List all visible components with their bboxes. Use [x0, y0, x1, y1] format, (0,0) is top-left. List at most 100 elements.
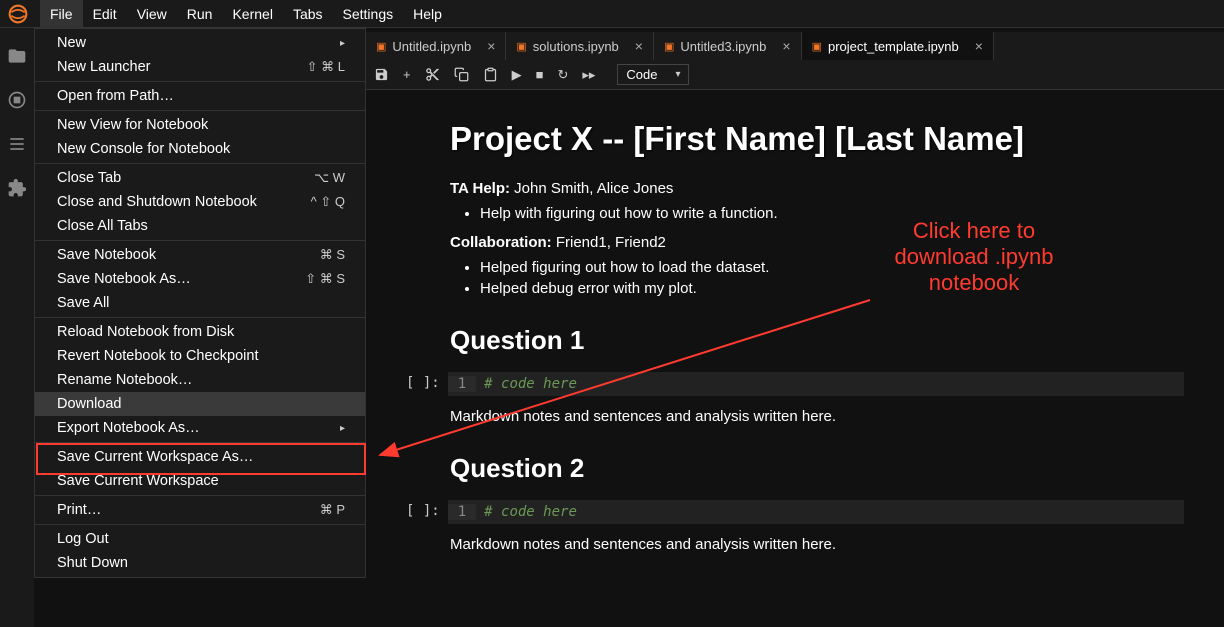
menu-item-save-current-workspace[interactable]: Save Current Workspace	[35, 469, 365, 493]
menu-item-revert-notebook-to-checkpoint[interactable]: Revert Notebook to Checkpoint	[35, 344, 365, 368]
run-icon[interactable]: ▶	[512, 67, 522, 83]
code-cell[interactable]: [ ]: 1 # code here	[406, 500, 1184, 524]
save-icon[interactable]	[374, 67, 389, 82]
menu-tabs[interactable]: Tabs	[283, 0, 333, 28]
markdown-note: Markdown notes and sentences and analysi…	[450, 408, 1184, 425]
menu-item-label: New Console for Notebook	[57, 141, 230, 157]
menu-item-label: Close All Tabs	[57, 218, 148, 234]
menu-view[interactable]: View	[127, 0, 177, 28]
activity-bar	[0, 28, 34, 627]
tab-project_template-ipynb[interactable]: ▣project_template.ipynb×	[802, 32, 994, 60]
tab-Untitled3-ipynb[interactable]: ▣Untitled3.ipynb×	[654, 32, 802, 60]
menu-item-print[interactable]: Print…⌘ P	[35, 498, 365, 522]
menu-item-label: Log Out	[57, 531, 109, 547]
menu-item-log-out[interactable]: Log Out	[35, 527, 365, 551]
ta-help-value: John Smith, Alice Jones	[514, 180, 673, 197]
running-icon[interactable]	[7, 90, 27, 110]
close-icon[interactable]: ×	[782, 38, 790, 54]
menu-item-close-all-tabs[interactable]: Close All Tabs	[35, 214, 365, 238]
menu-shortcut: ⌥ W	[314, 170, 345, 186]
menu-settings[interactable]: Settings	[333, 0, 404, 28]
ta-help-label: TA Help:	[450, 180, 510, 197]
list-item: Help with figuring out how to write a fu…	[480, 205, 1184, 222]
menu-item-export-notebook-as[interactable]: Export Notebook As…▸	[35, 416, 365, 440]
code-area[interactable]: 1 # code here	[448, 500, 1184, 524]
file-menu-dropdown: New▸New Launcher⇧ ⌘ L Open from Path… New …	[34, 28, 366, 578]
menu-item-label: Close and Shutdown Notebook	[57, 194, 257, 210]
notebook-icon: ▣	[376, 40, 386, 53]
menu-file[interactable]: File	[40, 0, 83, 28]
tab-solutions-ipynb[interactable]: ▣ solutions.ipynb ×	[506, 32, 654, 60]
insert-icon[interactable]: +	[403, 67, 411, 82]
menu-shortcut: ^ ⇧ Q	[311, 194, 345, 210]
menu-item-rename-notebook[interactable]: Rename Notebook…	[35, 368, 365, 392]
menu-item-reload-notebook-from-disk[interactable]: Reload Notebook from Disk	[35, 320, 365, 344]
ta-help-line: TA Help: John Smith, Alice Jones	[450, 180, 1184, 197]
toc-icon[interactable]	[7, 134, 27, 154]
code-cell[interactable]: [ ]: 1 # code here	[406, 372, 1184, 396]
menu-kernel[interactable]: Kernel	[222, 0, 282, 28]
code-text: # code here	[476, 504, 577, 520]
notebook-title: Project X -- [First Name] [Last Name]	[450, 120, 1184, 158]
menu-item-label: Export Notebook As…	[57, 420, 200, 436]
cell-prompt: [ ]:	[406, 503, 440, 519]
menu-shortcut: ⇧ ⌘ L	[307, 59, 345, 75]
menu-item-shut-down[interactable]: Shut Down	[35, 551, 365, 575]
notebook-icon: ▣	[516, 40, 526, 53]
list-item: Helped figuring out how to load the data…	[480, 259, 1184, 276]
menu-shortcut: ⇧ ⌘ S	[305, 271, 345, 287]
paste-icon[interactable]	[483, 67, 498, 82]
close-icon[interactable]: ×	[635, 38, 643, 54]
notebook-toolbar: + ▶ ■ ↻ ▸▸ Code ▾	[366, 60, 1224, 90]
menu-shortcut: ⌘ S	[320, 247, 345, 263]
menu-edit[interactable]: Edit	[83, 0, 127, 28]
menu-item-label: Save Notebook As…	[57, 271, 191, 287]
question-1-heading: Question 1	[450, 325, 1184, 356]
extensions-icon[interactable]	[7, 178, 27, 198]
stop-icon[interactable]: ■	[536, 67, 544, 82]
menu-item-new[interactable]: New▸	[35, 31, 365, 55]
tab-label: Untitled.ipynb	[392, 39, 471, 54]
notebook-icon: ▣	[812, 40, 822, 53]
notebook-content: Project X -- [First Name] [Last Name] TA…	[366, 90, 1224, 627]
cut-icon[interactable]	[425, 67, 440, 82]
menu-item-label: Print…	[57, 502, 101, 518]
menu-item-label: Close Tab	[57, 170, 121, 186]
menu-item-open-from-path[interactable]: Open from Path…	[35, 84, 365, 108]
restart-icon[interactable]: ↻	[557, 67, 568, 83]
fast-forward-icon[interactable]: ▸▸	[582, 67, 595, 83]
menu-run[interactable]: Run	[177, 0, 223, 28]
tab-bar: ▣Untitled.ipynb×▣solutions.ipynb×▣Untitl…	[366, 32, 1224, 60]
cell-prompt: [ ]:	[406, 375, 440, 391]
copy-icon[interactable]	[454, 67, 469, 82]
close-icon[interactable]: ×	[975, 38, 983, 54]
ta-help-list: Help with figuring out how to write a fu…	[480, 205, 1184, 222]
tab-Untitled-ipynb[interactable]: ▣ Untitled.ipynb ×	[366, 32, 506, 60]
menu-item-label: Shut Down	[57, 555, 128, 571]
menu-item-label: New View for Notebook	[57, 117, 208, 133]
menu-item-label: Open from Path…	[57, 88, 174, 104]
menu-item-new-console-for-notebook[interactable]: New Console for Notebook	[35, 137, 365, 161]
menu-item-save-current-workspace-as[interactable]: Save Current Workspace As…	[35, 445, 365, 469]
menu-item-save-notebook-as[interactable]: Save Notebook As… ⇧ ⌘ S	[35, 267, 365, 291]
menu-item-close-tab[interactable]: Close Tab ⌥ W	[35, 166, 365, 190]
menu-item-save-notebook[interactable]: Save Notebook⌘ S	[35, 243, 365, 267]
menu-item-label: Save Current Workspace As…	[57, 449, 253, 465]
menu-help[interactable]: Help	[403, 0, 452, 28]
menu-item-download[interactable]: Download	[35, 392, 365, 416]
cell-type-select[interactable]: Code	[617, 64, 688, 85]
menu-item-save-all[interactable]: Save All	[35, 291, 365, 315]
question-2-heading: Question 2	[450, 453, 1184, 484]
menu-item-new-launcher[interactable]: New Launcher⇧ ⌘ L	[35, 55, 365, 79]
line-number: 1	[448, 376, 476, 392]
collab-list: Helped figuring out how to load the data…	[480, 259, 1184, 297]
menu-item-new-view-for-notebook[interactable]: New View for Notebook	[35, 113, 365, 137]
notebook-icon: ▣	[664, 40, 674, 53]
line-number: 1	[448, 504, 476, 520]
tab-label: solutions.ipynb	[533, 39, 619, 54]
code-area[interactable]: 1 # code here	[448, 372, 1184, 396]
folder-icon[interactable]	[7, 46, 27, 66]
menu-item-close-and-shutdown-notebook[interactable]: Close and Shutdown Notebook ^ ⇧ Q	[35, 190, 365, 214]
menubar: File Edit View Run Kernel Tabs Settings …	[0, 0, 1224, 28]
close-icon[interactable]: ×	[487, 38, 495, 54]
